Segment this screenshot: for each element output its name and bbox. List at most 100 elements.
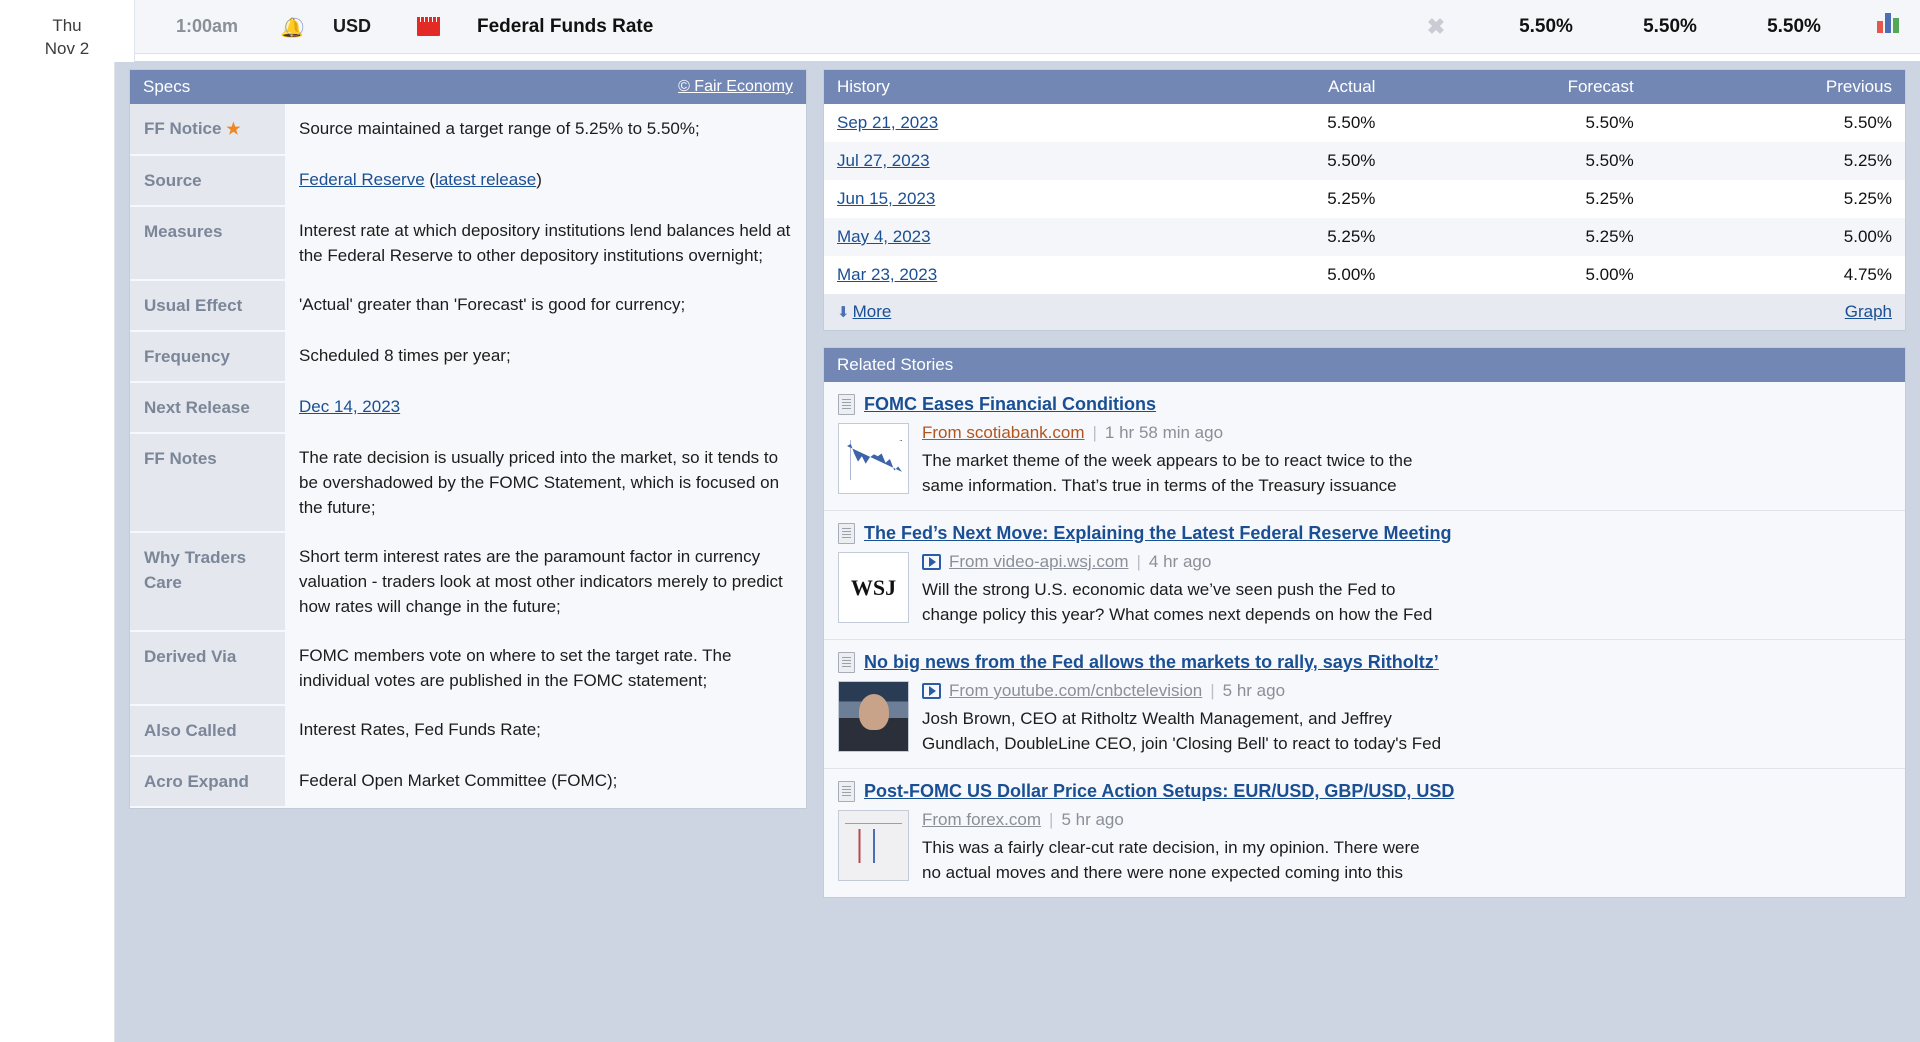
right-column: History Actual Forecast Previous Sep 21,… <box>823 69 1906 898</box>
history-footer: ⬇ More Graph <box>824 294 1905 330</box>
bar-graph-icon[interactable] <box>1856 13 1920 40</box>
history-col-forecast: Forecast <box>1388 70 1647 104</box>
story-source-link[interactable]: From scotiabank.com <box>922 423 1085 443</box>
collapse-detail-icon[interactable]: ✖ <box>1388 14 1484 40</box>
history-date-link[interactable]: Jul 27, 2023 <box>837 151 930 170</box>
spec-row-why-traders-care: Why Traders Care Short term interest rat… <box>130 532 806 632</box>
history-col-actual: Actual <box>1180 70 1389 104</box>
spec-row-source: Source Federal Reserve (latest release) <box>130 155 806 207</box>
history-forecast: 5.50% <box>1388 142 1647 180</box>
story-title-row: Post-FOMC US Dollar Price Action Setups:… <box>838 781 1891 802</box>
article-icon <box>838 781 855 802</box>
history-date-link[interactable]: Jun 15, 2023 <box>837 189 935 208</box>
wsj-logo-thumbnail[interactable]: WSJ <box>838 552 909 623</box>
event-summary-row[interactable]: 1:00am 🔔⃝ USD Federal Funds Rate ✖ 5.50%… <box>135 0 1920 54</box>
event-forecast: 5.50% <box>1643 15 1697 37</box>
story-title-link[interactable]: FOMC Eases Financial Conditions <box>864 394 1156 415</box>
more-button[interactable]: ⬇ More <box>837 302 891 322</box>
story-text: From scotiabank.com | 1 hr 58 min ago Th… <box>922 423 1891 498</box>
line-chart-thumbnail[interactable] <box>838 423 909 494</box>
story-title-link[interactable]: The Fed’s Next Move: Explaining the Late… <box>864 523 1452 544</box>
list-item: Post-FOMC US Dollar Price Action Setups:… <box>824 769 1905 897</box>
related-stories-header: Related Stories <box>824 348 1905 382</box>
alarm-bell-icon[interactable]: 🔔⃝ <box>271 13 313 40</box>
history-actual: 5.00% <box>1180 256 1389 294</box>
graph-link[interactable]: Graph <box>1845 302 1892 322</box>
fair-economy-link[interactable]: © Fair Economy <box>678 78 793 96</box>
list-item: The Fed’s Next Move: Explaining the Late… <box>824 511 1905 640</box>
price-chart-thumbnail[interactable] <box>838 810 909 881</box>
related-stories-panel: Related Stories FOMC Eases Financial Con… <box>823 347 1906 898</box>
more-link[interactable]: More <box>853 302 892 321</box>
snippet-line-1: Josh Brown, CEO at Ritholtz Wealth Manag… <box>922 709 1392 728</box>
download-arrow-icon: ⬇ <box>837 304 850 321</box>
table-row[interactable]: May 4, 2023 5.25% 5.25% 5.00% <box>824 218 1905 256</box>
story-timestamp: 1 hr 58 min ago <box>1104 423 1224 442</box>
snippet-line-1: Will the strong U.S. economic data we’ve… <box>922 580 1396 599</box>
story-source-line: From video-api.wsj.com | 4 hr ago <box>922 552 1891 572</box>
paren-close: ) <box>536 170 542 189</box>
history-forecast: 5.50% <box>1388 104 1647 142</box>
play-icon[interactable] <box>922 683 941 699</box>
spec-value: The rate decision is usually priced into… <box>285 433 806 532</box>
spec-row-measures: Measures Interest rate at which deposito… <box>130 206 806 281</box>
story-body: From scotiabank.com | 1 hr 58 min ago Th… <box>838 423 1891 498</box>
event-date-cell: Thu Nov 2 <box>0 0 135 62</box>
history-col-previous: Previous <box>1646 70 1905 104</box>
history-date: May 4, 2023 <box>824 218 1181 256</box>
story-source-line: From forex.com | 5 hr ago <box>922 810 1891 830</box>
spec-row-ff-notes: FF Notes The rate decision is usually pr… <box>130 433 806 533</box>
source-link[interactable]: Federal Reserve <box>299 170 425 189</box>
next-release-link[interactable]: Dec 14, 2023 <box>299 397 400 416</box>
history-forecast: 5.00% <box>1388 256 1647 294</box>
spec-value: Interest rate at which depository instit… <box>285 206 806 280</box>
story-source-line: From scotiabank.com | 1 hr 58 min ago <box>922 423 1891 443</box>
history-date-link[interactable]: Sep 21, 2023 <box>837 113 938 132</box>
spec-key: FF Notice ★ <box>130 104 285 156</box>
spec-value: Dec 14, 2023 <box>285 382 806 433</box>
spec-value: Interest Rates, Fed Funds Rate; <box>285 705 806 756</box>
spec-value: Scheduled 8 times per year; <box>285 331 806 382</box>
story-source-link[interactable]: From forex.com <box>922 810 1041 830</box>
spec-row-derived-via: Derived Via FOMC members vote on where t… <box>130 631 806 706</box>
separator: | <box>1210 681 1215 700</box>
spec-key: Measures <box>130 206 285 281</box>
history-date-link[interactable]: May 4, 2023 <box>837 227 931 246</box>
list-item: No big news from the Fed allows the mark… <box>824 640 1905 769</box>
history-date: Mar 23, 2023 <box>824 256 1181 294</box>
spec-value: Short term interest rates are the paramo… <box>285 532 806 631</box>
story-text: From forex.com | 5 hr ago This was a fai… <box>922 810 1891 885</box>
person-video-thumbnail[interactable] <box>838 681 909 752</box>
spec-row-also-called: Also Called Interest Rates, Fed Funds Ra… <box>130 705 806 757</box>
story-body: WSJ From video-api.wsj.com | 4 hr ago Wi… <box>838 552 1891 627</box>
event-currency: USD <box>332 16 371 36</box>
story-text: From video-api.wsj.com | 4 hr ago Will t… <box>922 552 1891 627</box>
snippet-line-2: Gundlach, DoubleLine CEO, join 'Closing … <box>922 734 1442 753</box>
article-icon <box>838 523 855 544</box>
event-title[interactable]: Federal Funds Rate <box>465 16 1388 38</box>
story-title-link[interactable]: No big news from the Fed allows the mark… <box>864 652 1439 673</box>
table-row[interactable]: Jul 27, 2023 5.50% 5.50% 5.25% <box>824 142 1905 180</box>
spec-row-usual-effect: Usual Effect 'Actual' greater than 'Fore… <box>130 280 806 332</box>
story-source-link[interactable]: From video-api.wsj.com <box>949 552 1129 572</box>
specs-panel-header: Specs © Fair Economy <box>130 70 806 104</box>
history-forecast: 5.25% <box>1388 218 1647 256</box>
story-source-link[interactable]: From youtube.com/cnbctelevision <box>949 681 1202 701</box>
red-folder-impact-icon <box>416 17 440 36</box>
history-panel: History Actual Forecast Previous Sep 21,… <box>823 69 1906 331</box>
story-text: From youtube.com/cnbctelevision | 5 hr a… <box>922 681 1891 756</box>
latest-release-link[interactable]: latest release <box>435 170 536 189</box>
table-row[interactable]: Jun 15, 2023 5.25% 5.25% 5.25% <box>824 180 1905 218</box>
table-row[interactable]: Mar 23, 2023 5.00% 5.00% 4.75% <box>824 256 1905 294</box>
story-title-row: No big news from the Fed allows the mark… <box>838 652 1891 673</box>
spec-row-next-release: Next Release Dec 14, 2023 <box>130 382 806 434</box>
specs-column: Specs © Fair Economy FF Notice ★ Source … <box>129 69 807 809</box>
left-gutter <box>0 62 115 1042</box>
story-title-link[interactable]: Post-FOMC US Dollar Price Action Setups:… <box>864 781 1454 802</box>
history-date-link[interactable]: Mar 23, 2023 <box>837 265 937 284</box>
story-body: From youtube.com/cnbctelevision | 5 hr a… <box>838 681 1891 756</box>
play-icon[interactable] <box>922 554 941 570</box>
table-row[interactable]: Sep 21, 2023 5.50% 5.50% 5.50% <box>824 104 1905 142</box>
history-actual: 5.25% <box>1180 180 1389 218</box>
separator: | <box>1049 810 1054 829</box>
